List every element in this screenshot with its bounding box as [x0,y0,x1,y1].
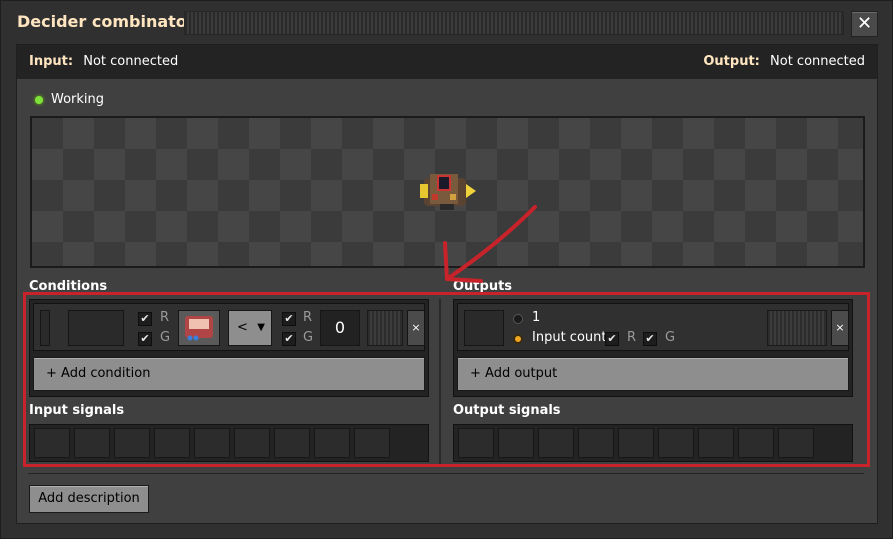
output-drag-handle[interactable] [767,310,827,346]
outputs-panel: 1 Input count ✔ R ✔ G × + Add output [453,299,853,397]
output-label: Output: [703,54,760,69]
green-network-checkbox[interactable]: ✔ [138,332,152,346]
signal-slot [538,428,574,458]
signal-slot [114,428,150,458]
red-network-checkbox[interactable]: ✔ [138,312,152,326]
output-signal-slot[interactable] [464,310,504,346]
comparator-dropdown[interactable]: < ▼ [228,310,272,346]
signal-slot [194,428,230,458]
signal-slot [314,428,350,458]
right-green-checkbox[interactable]: ✔ [282,332,296,346]
output-row: 1 Input count ✔ R ✔ G × [457,303,849,351]
signal-slot [498,428,534,458]
input-connection: Input: Not connected [29,54,178,69]
close-icon: × [835,321,845,334]
signal-slot [34,428,70,458]
option-one-label: 1 [532,310,541,325]
signal-slot [658,428,694,458]
right-red-checkbox[interactable]: ✔ [282,312,296,326]
output-green-checkbox[interactable]: ✔ [643,332,657,346]
chevron-down-icon: ▼ [257,322,265,333]
status-dot-icon [35,95,43,104]
remove-condition-button[interactable]: × [407,310,425,346]
close-button[interactable]: ✕ [851,11,878,37]
status-indicator: Working [35,92,104,107]
signal-slot [698,428,734,458]
signal-slot [578,428,614,458]
comparator-value: < [237,320,248,335]
output-connection: Output: Not connected [703,54,865,69]
signal-slot [738,428,774,458]
remove-output-button[interactable]: × [831,310,849,346]
decider-combinator-window: Decider combinator ✕ Input: Not connecte… [0,0,893,539]
section-separator [439,299,441,464]
option-input-count-label: Input count [532,330,607,345]
add-condition-button[interactable]: + Add condition [33,357,425,391]
drag-handle[interactable] [184,11,844,35]
conditions-panel: ✔ R ✔ G < ▼ ✔ R ✔ G 0 × + Add condition [29,299,429,397]
add-output-button[interactable]: + Add output [457,357,849,391]
condition-drag-handle[interactable] [40,310,50,346]
signal-slot [274,428,310,458]
signal-slot [154,428,190,458]
constant-value: 0 [334,318,346,337]
right-green-label: G [303,330,314,345]
output-value: Not connected [770,54,865,69]
signal-slot [618,428,654,458]
condition-row: ✔ R ✔ G < ▼ ✔ R ✔ G 0 × [33,303,425,351]
signal-slot [74,428,110,458]
output-signals-title: Output signals [453,403,561,418]
add-description-button[interactable]: Add description [29,485,149,513]
condition-left-empty-slot[interactable] [68,310,124,346]
titlebar[interactable]: Decider combinator ✕ [1,1,893,43]
input-signals-grid [29,424,429,462]
output-signals-grid [453,424,853,462]
conditions-title: Conditions [29,279,108,294]
window-title: Decider combinator [17,12,195,31]
close-icon: ✕ [856,13,873,34]
signal-slot [354,428,390,458]
output-green-label: G [665,330,676,345]
signal-slot [234,428,270,458]
signal-icon [185,316,213,341]
arrow-icon [443,205,537,283]
input-value: Not connected [83,54,179,69]
right-red-label: R [303,310,313,325]
output-red-checkbox[interactable]: ✔ [605,332,619,346]
status-text: Working [51,92,105,107]
input-label: Input: [29,54,74,69]
radio-input-count[interactable] [513,334,523,344]
green-label: G [160,330,171,345]
first-signal-slot[interactable] [178,310,220,346]
bottom-divider [28,473,864,474]
input-signals-title: Input signals [29,403,125,418]
signal-slot [778,428,814,458]
close-icon: × [411,321,421,334]
connection-bar: Input: Not connected Output: Not connect… [17,45,877,79]
signal-slot [458,428,494,458]
output-red-label: R [627,330,637,345]
radio-constant-one[interactable] [513,314,523,324]
constant-input[interactable]: 0 [320,310,360,346]
red-label: R [160,310,170,325]
condition-logic-handle[interactable] [367,310,403,346]
